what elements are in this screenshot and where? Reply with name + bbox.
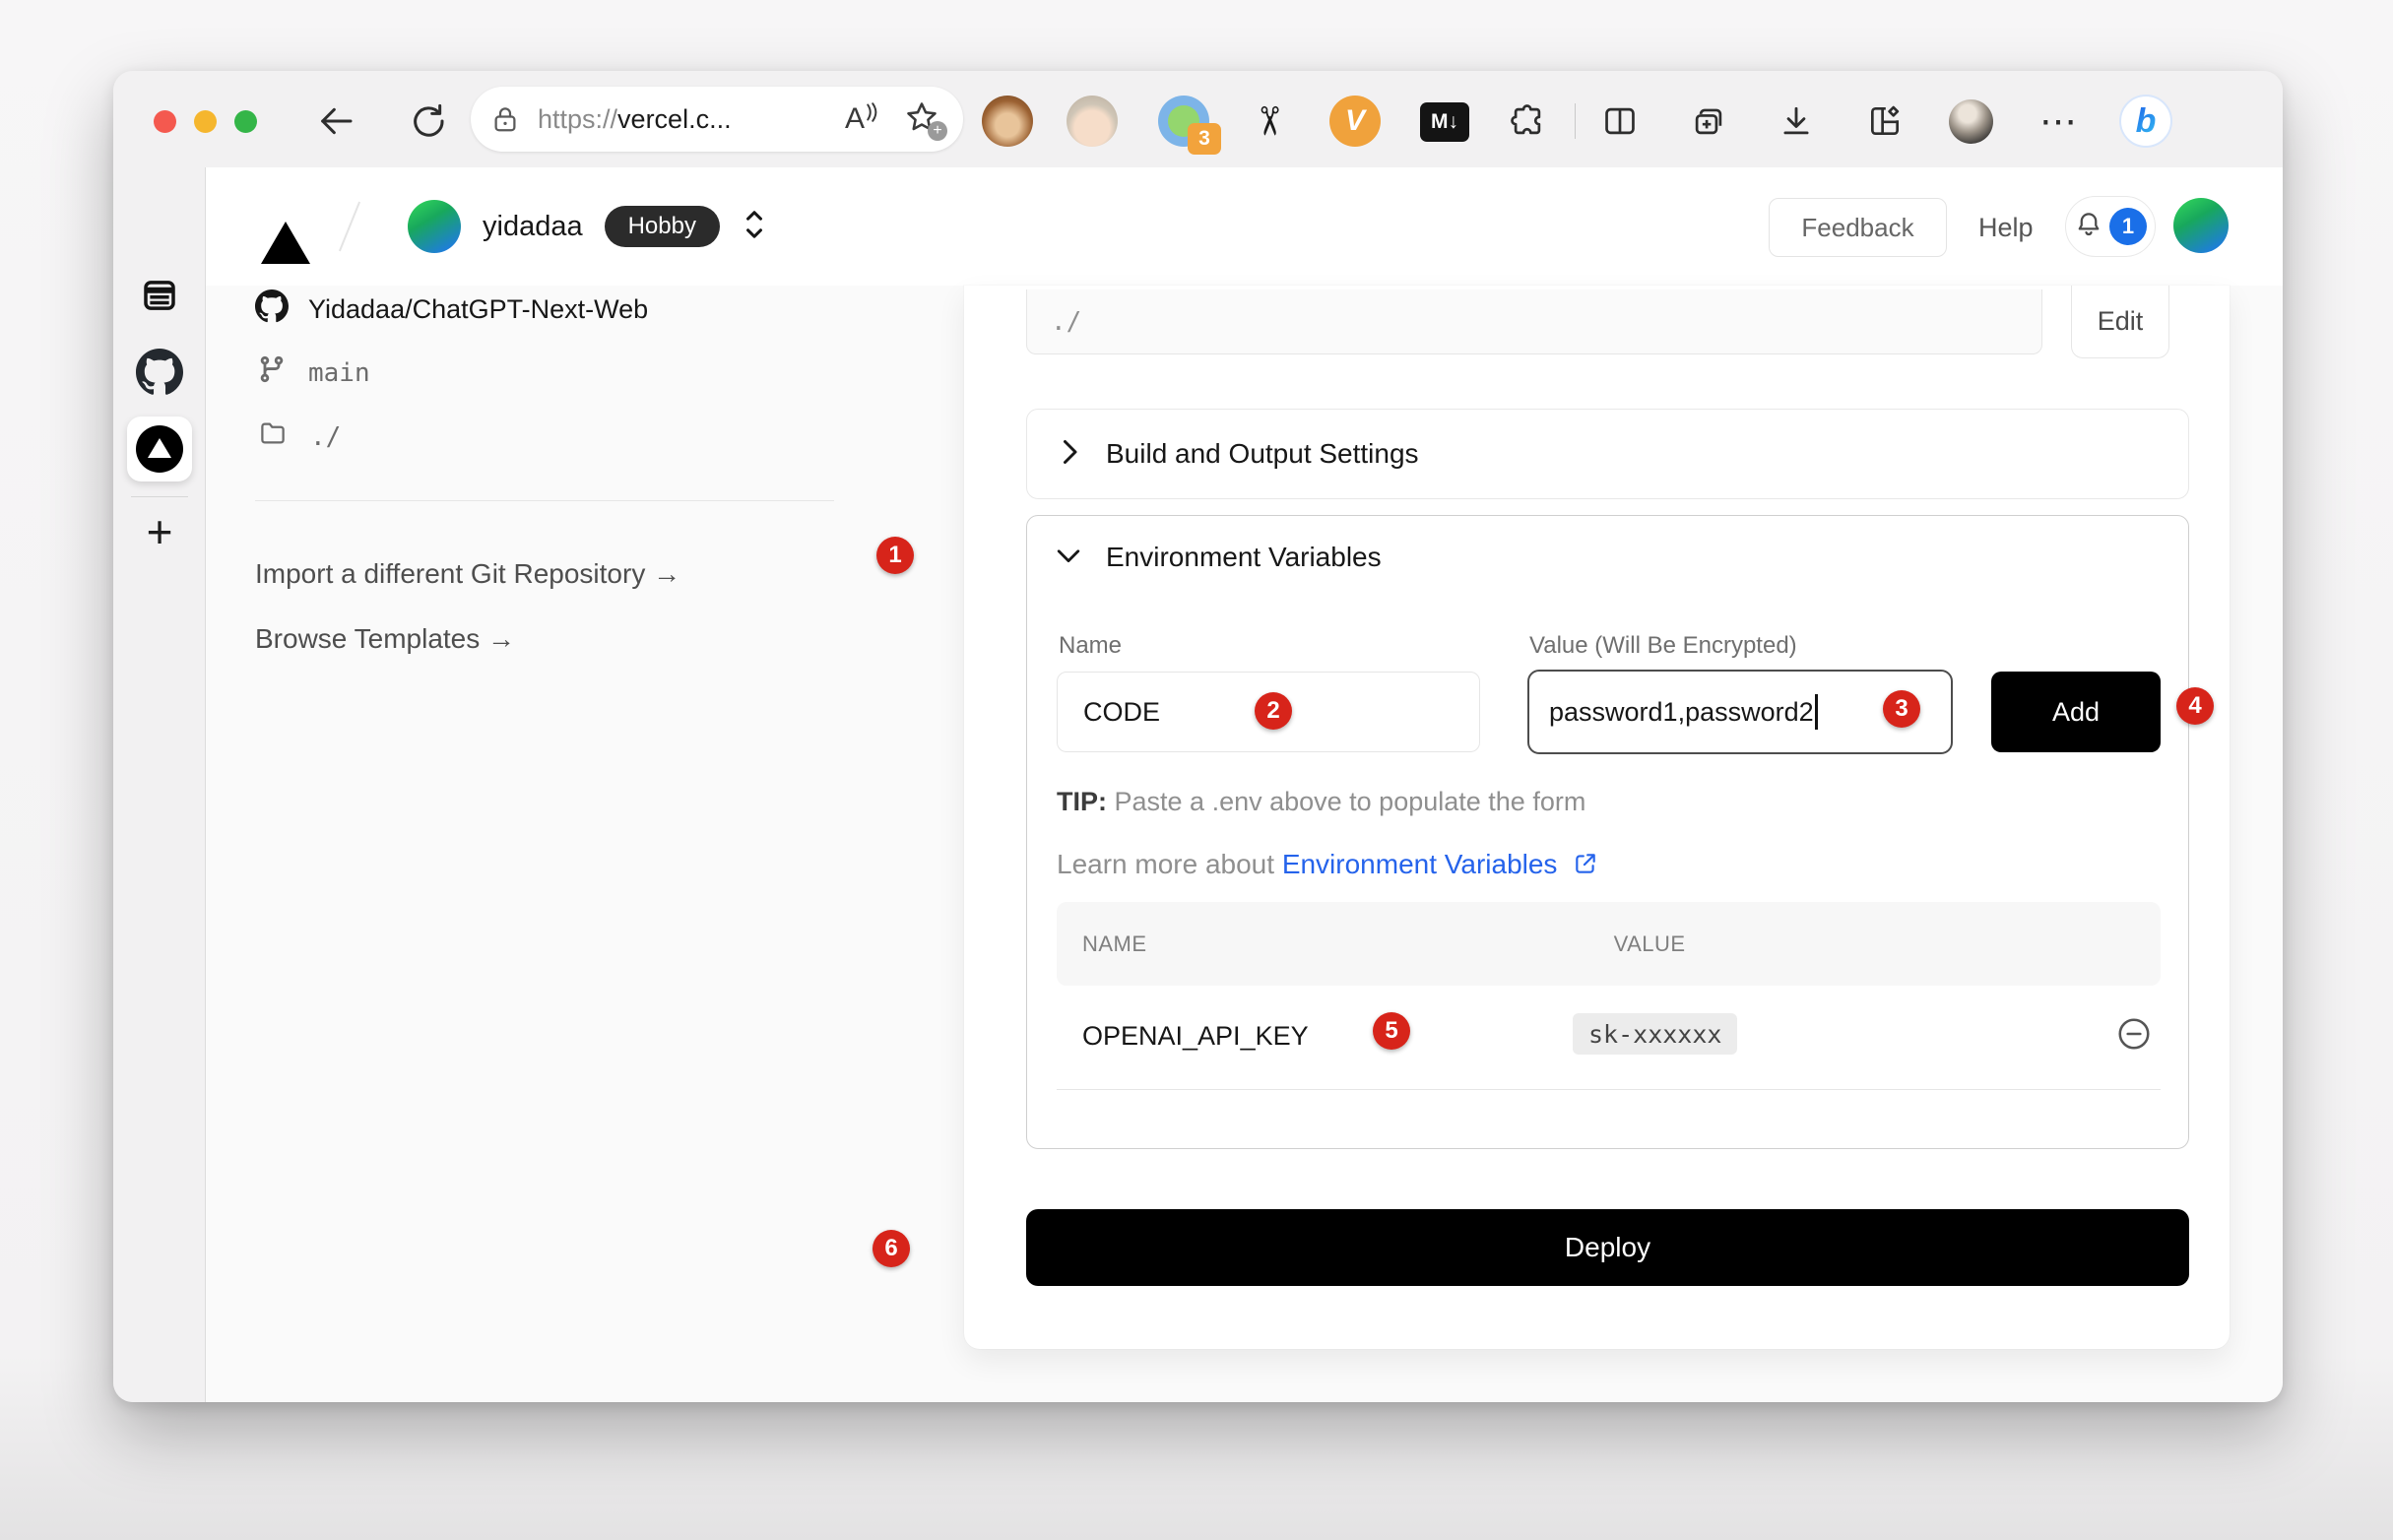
read-aloud-icon[interactable]: A <box>845 102 878 136</box>
configure-project-card: ./ Edit Build and Output Settings Enviro… <box>964 286 2230 1349</box>
annotation-badge-4: 4 <box>2176 687 2214 725</box>
branch-row: main <box>257 354 370 391</box>
collections-icon[interactable] <box>1683 96 1734 147</box>
text-cursor <box>1815 694 1818 730</box>
notifications-button[interactable]: 1 <box>2065 196 2156 257</box>
annotation-badge-3: 3 <box>1883 690 1920 728</box>
breadcrumb-slash <box>339 202 360 252</box>
external-link-icon[interactable] <box>1573 851 1598 883</box>
lock-icon <box>490 103 520 135</box>
root-directory-input: ./ <box>1026 289 2042 354</box>
url-text: vercel.c... <box>617 104 732 135</box>
folder-icon <box>257 418 289 455</box>
browser-window: https://vercel.c... A + 3 ✂ V M↓ <box>113 71 2283 1402</box>
vercel-logo[interactable] <box>261 205 310 223</box>
minimize-window-button[interactable] <box>194 110 217 133</box>
url-scheme: https:// <box>538 104 617 135</box>
plan-badge: Hobby <box>605 206 720 247</box>
team-switcher[interactable]: yidadaa Hobby <box>408 200 767 253</box>
browse-templates-link[interactable]: Browse Templates → <box>255 623 515 655</box>
env-row-divider <box>1057 1089 2161 1090</box>
selected-repo-row: Yidadaa/ChatGPT-Next-Web <box>255 289 648 330</box>
add-favorite-icon[interactable]: + <box>904 99 943 139</box>
env-table-row: OPENAI_API_KEY sk-xxxxxx <box>1057 986 2161 1089</box>
scissors-extension-icon[interactable]: ✂ <box>1243 96 1294 147</box>
env-col-value: VALUE <box>1614 931 1686 957</box>
markdown-extension-icon[interactable]: M↓ <box>1420 102 1469 142</box>
env-docs-link[interactable]: Environment Variables <box>1282 849 1558 879</box>
env-table-header: NAME VALUE <box>1057 902 2161 986</box>
chevron-right-icon <box>1059 437 1080 472</box>
annotation-badge-6: 6 <box>873 1230 910 1267</box>
extensions-puzzle-icon[interactable] <box>1502 96 1553 147</box>
root-dir-value: ./ <box>310 422 341 452</box>
left-panel-divider <box>255 500 834 501</box>
github-icon <box>255 289 289 330</box>
env-name-label: Name <box>1059 632 1122 660</box>
team-name: yidadaa <box>483 211 583 243</box>
vercel-page: yidadaa Hobby Feedback Help 1 Yidadaa/Ch… <box>205 167 2283 1402</box>
github-tab-icon[interactable] <box>136 349 183 396</box>
edit-root-directory-button[interactable]: Edit <box>2071 286 2169 358</box>
env-section-title: Environment Variables <box>1106 542 1382 573</box>
settings-more-icon[interactable]: ⋯ <box>2034 96 2085 147</box>
repo-name: Yidadaa/ChatGPT-Next-Web <box>308 294 648 325</box>
env-value-label: Value (Will Be Encrypted) <box>1529 632 1797 660</box>
root-dir-row: ./ <box>257 418 341 455</box>
import-different-repo-link[interactable]: Import a different Git Repository → <box>255 558 680 590</box>
vertical-tab-sidebar: + <box>113 167 205 1402</box>
branch-name: main <box>308 358 370 388</box>
help-link[interactable]: Help <box>1978 213 2034 243</box>
env-row-value-chip: sk-xxxxxx <box>1573 1013 1737 1055</box>
profile-avatar[interactable] <box>1949 99 1993 144</box>
env-row-name: OPENAI_API_KEY <box>1082 1021 1309 1052</box>
bell-icon <box>2074 209 2103 245</box>
env-tip-text: TIP: Paste a .env above to populate the … <box>1057 787 1585 817</box>
back-button[interactable] <box>310 96 361 147</box>
close-window-button[interactable] <box>154 110 176 133</box>
annotation-badge-1: 1 <box>876 537 914 574</box>
sidebar-divider <box>131 496 188 497</box>
build-output-settings-section[interactable]: Build and Output Settings <box>1026 409 2189 499</box>
tampermonkey-extension-icon[interactable] <box>982 96 1033 147</box>
env-col-name: NAME <box>1082 931 1147 957</box>
git-branch-icon <box>257 354 287 391</box>
split-screen-icon[interactable] <box>1594 96 1646 147</box>
vercel-favicon <box>136 425 183 473</box>
extension-badge: 3 <box>1188 123 1221 155</box>
env-section-header[interactable]: Environment Variables <box>1055 542 1382 573</box>
build-settings-title: Build and Output Settings <box>1106 438 1419 470</box>
v-extension-icon[interactable]: V <box>1329 96 1381 147</box>
team-avatar <box>408 200 461 253</box>
env-learn-more: Learn more about Environment Variables <box>1057 849 1598 883</box>
workspaces-icon[interactable] <box>1859 96 1910 147</box>
annotation-badge-2: 2 <box>1255 692 1292 730</box>
environment-variables-section: Environment Variables Name Value (Will B… <box>1026 515 2189 1149</box>
new-tab-button[interactable]: + <box>130 502 189 561</box>
deploy-button[interactable]: Deploy <box>1026 1209 2189 1286</box>
remove-env-var-button[interactable] <box>2115 1015 2153 1058</box>
chevron-updown-icon[interactable] <box>742 207 767 247</box>
feedback-button[interactable]: Feedback <box>1769 198 1947 257</box>
bing-chat-icon[interactable]: b <box>2119 95 2172 148</box>
toolbar-divider <box>1575 103 1576 139</box>
reload-button[interactable] <box>402 96 453 147</box>
notification-count-badge: 1 <box>2109 208 2147 245</box>
avatar-extension-icon[interactable] <box>1067 96 1118 147</box>
annotation-badge-5: 5 <box>1373 1012 1410 1050</box>
chevron-down-icon <box>1055 545 1082 571</box>
zoom-window-button[interactable] <box>234 110 257 133</box>
tab-panel-icon[interactable] <box>130 266 189 325</box>
vercel-header: yidadaa Hobby Feedback Help 1 <box>206 167 2283 286</box>
env-add-button[interactable]: Add <box>1991 672 2161 752</box>
proxy-extension-icon[interactable]: 3 <box>1158 96 1209 147</box>
downloads-icon[interactable] <box>1771 96 1822 147</box>
browser-toolbar: https://vercel.c... A + 3 ✂ V M↓ <box>113 71 2283 167</box>
active-tab-vercel[interactable] <box>127 417 192 481</box>
user-avatar[interactable] <box>2173 198 2229 253</box>
address-bar[interactable]: https://vercel.c... A + <box>471 87 963 152</box>
